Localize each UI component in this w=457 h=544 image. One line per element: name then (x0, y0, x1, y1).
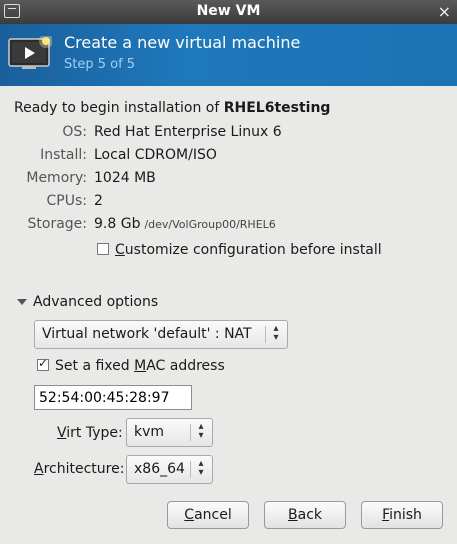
banner-heading: Create a new virtual machine (64, 33, 301, 52)
expander-arrow-icon (17, 299, 27, 305)
updown-arrows-icon: ▴ ▾ (198, 458, 204, 478)
ready-prefix: Ready to begin installation of (14, 100, 224, 116)
virt-type-value: kvm (134, 424, 165, 440)
architecture-value: x86_64 (134, 461, 185, 477)
advanced-options-label: Advanced options (33, 294, 159, 310)
summary-row-cpus: CPUs: 2 (0, 193, 457, 213)
os-label: OS: (62, 124, 87, 140)
back-button[interactable]: Back (264, 501, 346, 529)
summary-row-memory: Memory: 1024 MB (0, 170, 457, 190)
architecture-label: Architecture: (34, 461, 124, 477)
cancel-accel: C (184, 507, 195, 523)
storage-path: /dev/VolGroup00/RHEL6 (144, 218, 276, 231)
updown-arrows-icon: ▴ ▾ (198, 421, 204, 441)
virt-type-accel: V (57, 425, 67, 441)
title-bar: New VM × (0, 0, 457, 24)
memory-label: Memory: (26, 170, 87, 186)
combo-separator (190, 461, 191, 478)
summary-row-os: OS: Red Hat Enterprise Linux 6 (0, 124, 457, 144)
close-icon[interactable]: × (438, 2, 451, 21)
network-select[interactable]: Virtual network 'default' : NAT ▴ ▾ (34, 320, 288, 349)
install-value: Local CDROM/ISO (94, 147, 217, 163)
customize-accel: C (115, 242, 125, 258)
mac-address-input[interactable] (34, 385, 192, 410)
combo-separator (265, 326, 266, 343)
wizard-banner: Create a new virtual machine Step 5 of 5 (0, 24, 457, 86)
cancel-label: ancel (194, 507, 232, 523)
ready-text: Ready to begin installation of RHEL6test… (14, 100, 330, 116)
fixed-mac-rest: AC address (146, 358, 225, 374)
back-accel: B (288, 507, 298, 523)
architecture-accel: A (34, 461, 44, 477)
memory-value: 1024 MB (94, 170, 156, 186)
fixed-mac-checkbox-row[interactable]: Set a fixed MAC address (37, 356, 225, 374)
storage-label: Storage: (27, 216, 88, 232)
cpus-value: 2 (94, 193, 103, 209)
advanced-options-expander[interactable]: Advanced options (17, 294, 158, 310)
storage-value: 9.8 Gb/dev/VolGroup00/RHEL6 (94, 216, 276, 232)
updown-arrows-icon: ▴ ▾ (273, 323, 279, 343)
combo-separator (190, 424, 191, 441)
architecture-label-rest: rchitecture: (43, 461, 125, 477)
architecture-select[interactable]: x86_64 ▴ ▾ (126, 455, 213, 484)
install-label: Install: (40, 147, 87, 163)
vm-name: RHEL6testing (223, 100, 331, 116)
cancel-button[interactable]: Cancel (167, 501, 249, 529)
summary-row-install: Install: Local CDROM/ISO (0, 147, 457, 167)
storage-size: 9.8 Gb (94, 216, 141, 232)
step-indicator: Step 5 of 5 (64, 57, 136, 72)
window-title: New VM (196, 3, 261, 19)
finish-button[interactable]: Finish (361, 501, 443, 529)
finish-label: inish (389, 507, 422, 523)
fixed-mac-accel: M (134, 358, 147, 374)
os-value: Red Hat Enterprise Linux 6 (94, 124, 282, 140)
virt-type-select[interactable]: kvm ▴ ▾ (126, 418, 213, 447)
virt-type-label: Virt Type: (57, 425, 123, 441)
cpus-label: CPUs: (46, 193, 87, 209)
vm-monitor-icon (8, 36, 52, 69)
back-label: ack (297, 507, 322, 523)
network-select-value: Virtual network 'default' : NAT (42, 326, 252, 342)
summary-row-storage: Storage: 9.8 Gb/dev/VolGroup00/RHEL6 (0, 216, 457, 236)
fixed-mac-checkbox[interactable] (37, 356, 49, 371)
customize-label: ustomize configuration before install (124, 242, 382, 258)
customize-checkbox-row[interactable]: Customize configuration before install (97, 242, 382, 258)
customize-checkbox[interactable] (97, 243, 109, 255)
virt-type-label-rest: irt Type: (66, 425, 123, 441)
fixed-mac-prefix: Set a fixed (55, 358, 135, 374)
